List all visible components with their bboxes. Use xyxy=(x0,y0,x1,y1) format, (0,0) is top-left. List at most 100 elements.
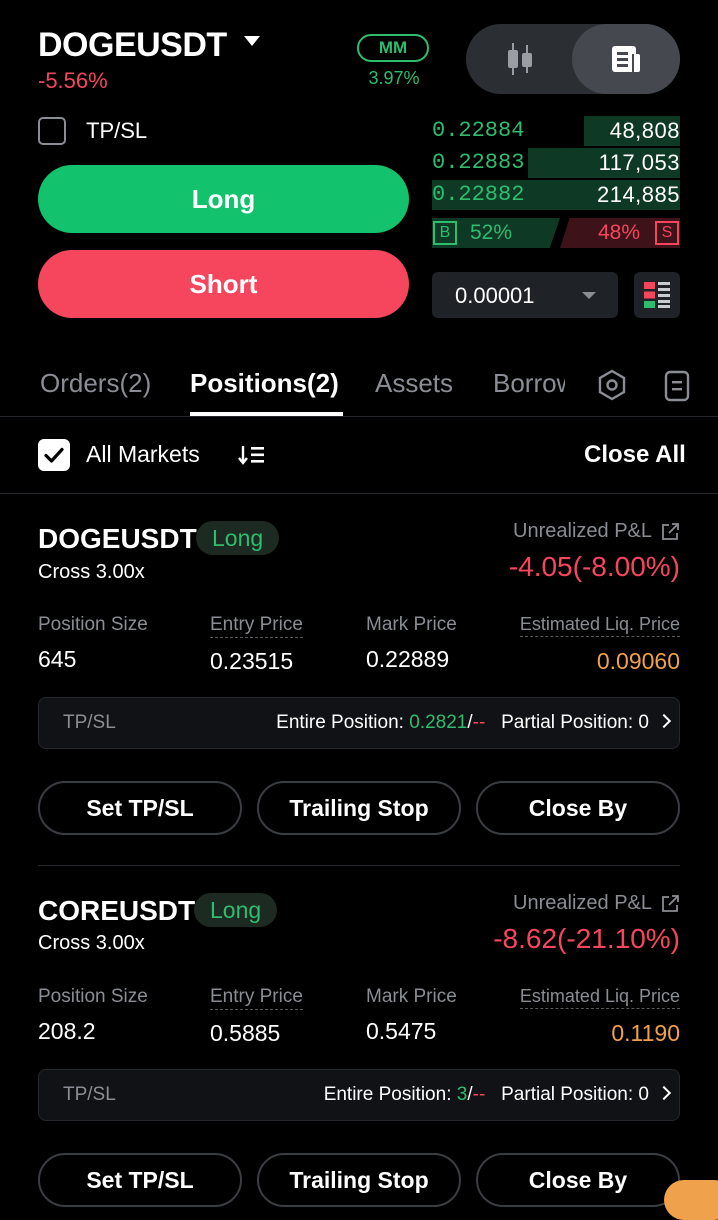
chevron-right-icon xyxy=(656,1085,672,1101)
set-tpsl-button[interactable]: Set TP/SL xyxy=(38,781,242,835)
tick-size-value: 0.00001 xyxy=(455,283,535,308)
position-symbol[interactable]: COREUSDT xyxy=(38,895,195,927)
order-book-qty: 48,808 xyxy=(609,118,680,143)
set-tpsl-button[interactable]: Set TP/SL xyxy=(38,1153,242,1207)
entry-price-label[interactable]: Entry Price xyxy=(210,614,303,638)
candlestick-icon xyxy=(507,43,532,75)
settings-hexagon-icon[interactable] xyxy=(596,369,628,406)
tpsl-row-details: Entire Position: 3/-- Partial Position: … xyxy=(324,1084,649,1106)
stop-loss-value: -- xyxy=(472,1084,486,1105)
book-layout-button[interactable] xyxy=(634,272,680,318)
position-size-label: Position Size xyxy=(38,614,148,635)
history-document-icon[interactable] xyxy=(664,370,692,407)
buy-tag: B xyxy=(433,221,457,245)
price-change-percent: -5.56% xyxy=(38,68,108,93)
all-markets-checkbox[interactable] xyxy=(38,439,70,471)
tpsl-summary-row[interactable]: TP/SL Entire Position: 3/-- Partial Posi… xyxy=(38,1069,680,1121)
tabs-divider xyxy=(0,416,718,417)
close-by-button[interactable]: Close By xyxy=(476,781,680,835)
order-book-qty: 117,053 xyxy=(598,150,680,175)
short-button[interactable]: Short xyxy=(38,250,409,318)
tab-borrow[interactable]: Borrow xyxy=(493,368,565,399)
position-size-value: 645 xyxy=(38,646,77,672)
chart-view-button[interactable] xyxy=(466,24,573,94)
mark-price-label: Mark Price xyxy=(366,986,457,1007)
partial-position-count: 0 xyxy=(638,712,649,733)
mm-badge[interactable]: MM xyxy=(357,34,429,62)
partial-position-label: Partial Position: xyxy=(501,1084,634,1105)
est-liq-price-label[interactable]: Estimated Liq. Price xyxy=(519,614,680,637)
order-book-row[interactable]: 0.22884 48,808 xyxy=(432,116,680,146)
unrealized-pnl-header[interactable]: Unrealized P&L xyxy=(513,520,680,543)
margin-mode: Cross 3.00x xyxy=(38,932,145,954)
buy-percent: 52% xyxy=(470,221,513,244)
trade-view-button[interactable] xyxy=(572,24,680,94)
close-all-button[interactable]: Close All xyxy=(584,441,686,469)
tab-orders[interactable]: Orders(2) xyxy=(40,368,151,399)
position-size-value: 208.2 xyxy=(38,1018,96,1044)
pair-title[interactable]: DOGEUSDT xyxy=(38,26,227,65)
mark-price-label: Mark Price xyxy=(366,614,457,635)
mark-price-value: 0.22889 xyxy=(366,646,450,672)
floating-support-button[interactable] xyxy=(664,1180,718,1220)
liq-price-value: 0.09060 xyxy=(596,648,680,674)
unrealized-pnl-label: Unrealized P&L xyxy=(513,520,652,542)
sort-icon[interactable] xyxy=(238,443,266,472)
unrealized-pnl-value: -8.62(-21.10%) xyxy=(493,923,680,954)
margin-mode: Cross 3.00x xyxy=(38,561,145,583)
mm-value: 3.97% xyxy=(368,68,420,88)
close-by-button[interactable]: Close By xyxy=(476,1153,680,1207)
share-external-icon xyxy=(662,894,679,912)
tpsl-row-label: TP/SL xyxy=(63,712,116,733)
checkmark-icon xyxy=(44,447,64,463)
sell-percent: 48% xyxy=(597,221,640,244)
take-profit-value: 0.2821 xyxy=(409,712,468,733)
order-book-price: 0.22884 xyxy=(432,118,525,143)
chevron-right-icon xyxy=(656,713,672,729)
order-book-row[interactable]: 0.22883 117,053 xyxy=(432,148,680,178)
tick-size-select[interactable]: 0.00001 xyxy=(432,272,618,318)
position-side-badge: Long xyxy=(196,521,280,555)
entire-position-label: Entire Position: xyxy=(276,712,404,733)
est-liq-price-label[interactable]: Estimated Liq. Price xyxy=(519,986,680,1009)
trailing-stop-button[interactable]: Trailing Stop xyxy=(257,781,461,835)
stop-loss-value: -- xyxy=(472,712,486,733)
order-book-row[interactable]: 0.22882 214,885 xyxy=(432,180,680,210)
entry-price-value: 0.5885 xyxy=(210,1020,281,1046)
sell-tag: S xyxy=(655,221,679,245)
partial-position-label: Partial Position: xyxy=(501,712,634,733)
entire-position-label: Entire Position: xyxy=(323,1084,452,1105)
chevron-down-icon xyxy=(582,292,596,299)
tpsl-row-label: TP/SL xyxy=(63,1084,116,1105)
tab-positions[interactable]: Positions(2) xyxy=(190,368,339,399)
tpsl-checkbox[interactable] xyxy=(38,117,66,145)
tab-assets[interactable]: Assets xyxy=(375,368,453,399)
unrealized-pnl-header[interactable]: Unrealized P&L xyxy=(513,892,680,915)
take-profit-value: 3 xyxy=(456,1084,468,1105)
order-book-price: 0.22882 xyxy=(432,182,525,207)
hexagon-icon xyxy=(598,369,626,401)
tpsl-row-details: Entire Position: 0.2821/-- Partial Posit… xyxy=(276,712,649,734)
mark-price-value: 0.5475 xyxy=(366,1018,437,1044)
filter-divider xyxy=(0,493,718,494)
position-side-badge: Long xyxy=(194,893,278,927)
trailing-stop-button[interactable]: Trailing Stop xyxy=(257,1153,461,1207)
position-divider xyxy=(38,865,680,866)
unrealized-pnl-value: -4.05(-8.00%) xyxy=(508,551,680,582)
document-list-icon xyxy=(664,370,690,402)
unrealized-pnl-label: Unrealized P&L xyxy=(513,892,652,914)
long-button[interactable]: Long xyxy=(38,165,409,233)
position-symbol[interactable]: DOGEUSDT xyxy=(38,523,197,555)
pair-dropdown-icon[interactable] xyxy=(244,36,260,46)
tpsl-summary-row[interactable]: TP/SL Entire Position: 0.2821/-- Partial… xyxy=(38,697,680,749)
liq-price-value: 0.1190 xyxy=(611,1020,680,1046)
position-size-label: Position Size xyxy=(38,986,148,1007)
share-external-icon xyxy=(662,522,679,540)
entry-price-label[interactable]: Entry Price xyxy=(210,986,303,1010)
view-toggle xyxy=(466,24,680,94)
order-book-price: 0.22883 xyxy=(432,150,525,175)
buy-sell-ratio: B 52% 48% S xyxy=(432,218,680,248)
all-markets-label: All Markets xyxy=(86,441,200,467)
tpsl-checkbox-label: TP/SL xyxy=(86,118,148,143)
sort-arrows-icon xyxy=(238,446,264,465)
